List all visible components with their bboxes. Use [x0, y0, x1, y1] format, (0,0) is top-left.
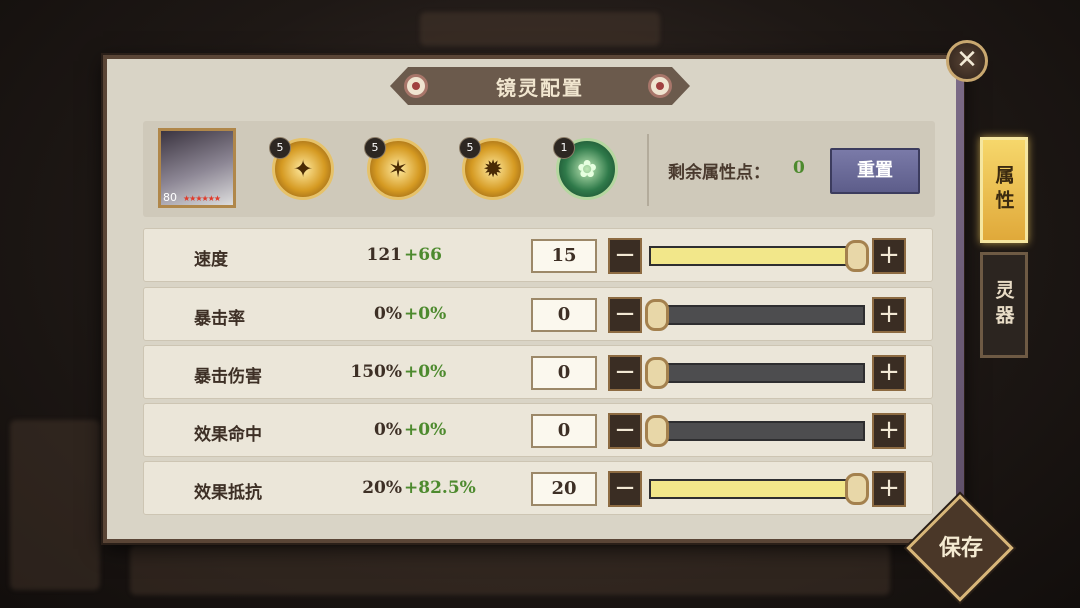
stat-bonus: +0% — [404, 420, 447, 440]
skill-glyph: ✹ — [482, 155, 504, 183]
skill-level-badge: 1 — [553, 137, 575, 159]
stat-value-input[interactable]: 0 — [531, 298, 597, 332]
increment-button[interactable]: + — [872, 471, 906, 507]
slider-handle[interactable] — [845, 240, 869, 272]
skill-golden-bolt-icon[interactable]: ✦ 5 — [269, 137, 334, 200]
divider — [647, 134, 649, 206]
stat-row-speed: 速度 121 +66 15 − + — [143, 228, 933, 282]
background-game-ui — [130, 545, 890, 595]
stat-value-input[interactable]: 20 — [531, 472, 597, 506]
skill-golden-slash-icon[interactable]: ✹ 5 — [459, 137, 524, 200]
skill-glyph: ✿ — [576, 155, 598, 183]
slider-handle[interactable] — [845, 473, 869, 505]
decrement-button[interactable]: − — [608, 238, 642, 274]
portrait-stars: ★★★★★★ — [183, 194, 221, 203]
stat-slider[interactable] — [645, 415, 865, 447]
slider-fill — [651, 248, 863, 264]
stat-base: 20% — [362, 478, 402, 498]
stat-name: 效果抵抗 — [194, 483, 262, 503]
save-button-label[interactable]: 保存 — [922, 530, 1000, 562]
stat-value-input[interactable]: 15 — [531, 239, 597, 273]
panel-side-rail — [956, 78, 964, 542]
tab-spirit-artifact[interactable]: 灵器 — [980, 252, 1028, 358]
remaining-points-label: 剩余属性点： — [668, 163, 770, 183]
background-game-ui — [10, 420, 100, 590]
stat-name: 速度 — [194, 250, 228, 270]
stat-row-crit-damage: 暴击伤害 150% +0% 0 − + — [143, 345, 933, 399]
increment-button[interactable]: + — [872, 297, 906, 333]
reset-button[interactable]: 重置 — [830, 148, 920, 194]
stat-bonus: +82.5% — [404, 478, 476, 498]
increment-button[interactable]: + — [872, 238, 906, 274]
decrement-button[interactable]: − — [608, 297, 642, 333]
skill-level-badge: 5 — [459, 137, 481, 159]
increment-button[interactable]: + — [872, 355, 906, 391]
stat-slider[interactable] — [649, 473, 869, 505]
remaining-points-value: 0 — [793, 158, 805, 178]
tab-attributes[interactable]: 属性 — [980, 137, 1028, 243]
title-banner: 镜灵配置 — [390, 67, 690, 105]
decrement-button[interactable]: − — [608, 471, 642, 507]
stat-base: 150% — [350, 362, 402, 382]
decrement-button[interactable]: − — [608, 413, 642, 449]
shikigami-portrait[interactable]: 80 ★★★★★★ — [158, 128, 236, 208]
portrait-level: 80 — [163, 191, 177, 204]
skill-green-lotus-icon[interactable]: ✿ 1 — [553, 137, 618, 200]
skill-golden-shuriken-icon[interactable]: ✶ 5 — [364, 137, 429, 200]
title-ornament-icon — [648, 74, 672, 98]
stat-bonus: +0% — [404, 304, 447, 324]
stat-slider[interactable] — [645, 357, 865, 389]
stat-base: 0% — [374, 420, 402, 440]
stat-slider[interactable] — [649, 240, 869, 272]
stat-bonus: +66 — [404, 245, 442, 265]
skill-level-badge: 5 — [269, 137, 291, 159]
stat-name: 暴击率 — [194, 309, 245, 329]
decrement-button[interactable]: − — [608, 355, 642, 391]
stat-slider[interactable] — [645, 299, 865, 331]
stat-base: 121 — [366, 245, 403, 265]
stat-base: 0% — [374, 304, 402, 324]
stat-value-input[interactable]: 0 — [531, 356, 597, 390]
stat-name: 暴击伤害 — [194, 367, 262, 387]
background-game-ui — [420, 12, 660, 46]
stat-row-effect-resist: 效果抵抗 20% +82.5% 20 − + — [143, 461, 933, 515]
slider-handle[interactable] — [645, 299, 669, 331]
stat-row-crit-rate: 暴击率 0% +0% 0 − + — [143, 287, 933, 341]
panel-title: 镜灵配置 — [496, 75, 584, 100]
summary-bar — [143, 121, 935, 217]
title-ornament-icon — [404, 74, 428, 98]
stat-name: 效果命中 — [194, 425, 262, 445]
slider-handle[interactable] — [645, 357, 669, 389]
stat-value-input[interactable]: 0 — [531, 414, 597, 448]
stat-row-effect-hit: 效果命中 0% +0% 0 − + — [143, 403, 933, 457]
slider-fill — [651, 481, 863, 497]
slider-handle[interactable] — [645, 415, 669, 447]
skill-level-badge: 5 — [364, 137, 386, 159]
close-button[interactable]: ✕ — [946, 40, 988, 82]
skill-glyph: ✦ — [292, 155, 314, 183]
increment-button[interactable]: + — [872, 413, 906, 449]
stat-bonus: +0% — [404, 362, 447, 382]
skill-glyph: ✶ — [387, 155, 409, 183]
